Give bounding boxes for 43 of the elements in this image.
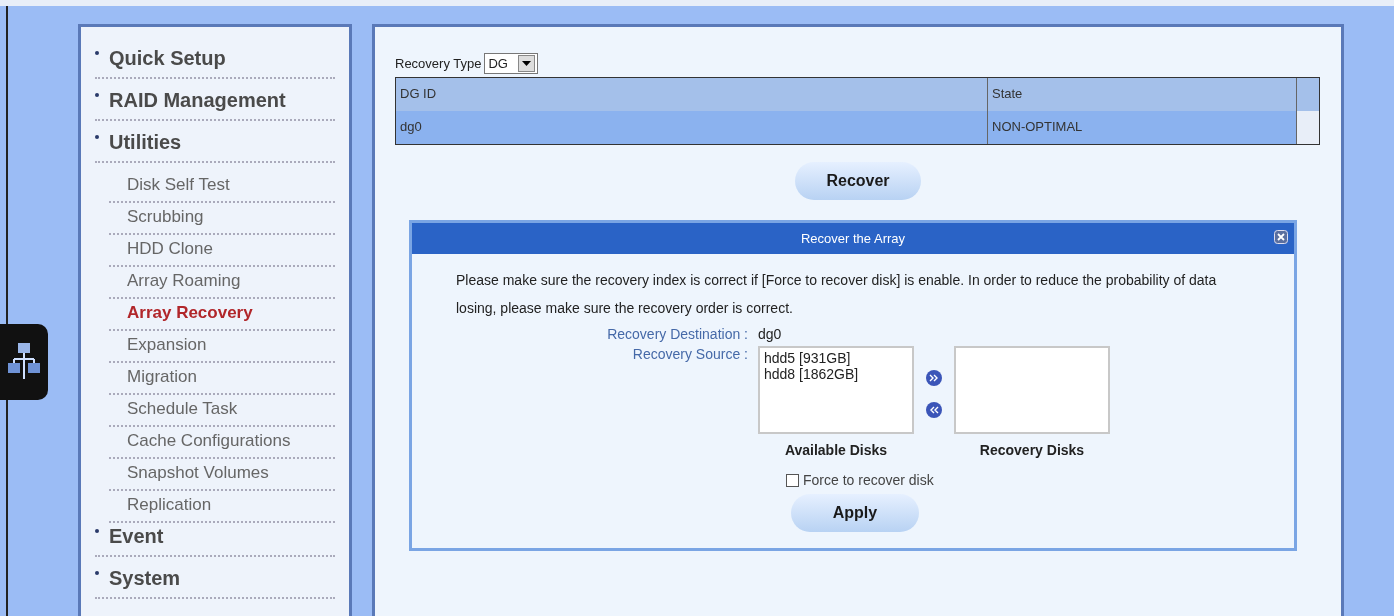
sidebar-subitem[interactable]: Disk Self Test	[109, 171, 335, 203]
sidebar-subitem[interactable]: Migration	[109, 363, 335, 395]
list-caption: Available Disks	[784, 442, 888, 458]
close-icon[interactable]	[1274, 230, 1288, 244]
bullet-icon	[95, 93, 99, 97]
sidebar-subitem[interactable]: Array Recovery	[109, 299, 335, 331]
network-icon[interactable]	[0, 324, 48, 400]
sidebar-subitem[interactable]: Scrubbing	[109, 203, 335, 235]
table-row[interactable]: dg0 NON-OPTIMAL	[396, 111, 1319, 144]
sidebar-subitem[interactable]: Snapshot Volumes	[109, 459, 335, 491]
sidebar-item[interactable]: RAID Management	[95, 79, 335, 121]
destination-value: dg0	[758, 326, 782, 342]
destination-label: Recovery Destination :	[606, 326, 748, 342]
recovery-type-dropdown[interactable]: DG	[484, 53, 538, 74]
recovery-type-label: Recovery Type	[395, 56, 482, 71]
sidebar-subitem[interactable]: Replication	[109, 491, 335, 523]
source-label: Recovery Source :	[631, 346, 748, 364]
sidebar-subitem[interactable]: Cache Configurations	[109, 427, 335, 459]
checkbox-label: Force to recover disk	[803, 472, 934, 488]
checkbox[interactable]	[786, 473, 799, 487]
warning-message: Please make sure the recovery index is correct if [Force to recover disk] is enable. In order to reduce the probability of data losing, please make sure the recovery order is correct.	[456, 271, 1218, 318]
dialog-title: Recover the Array	[800, 231, 905, 246]
sidebar-subitem[interactable]: Array Roaming	[109, 267, 335, 299]
bullet-icon	[95, 51, 99, 55]
bullet-icon	[95, 571, 99, 575]
sidebar-subitem[interactable]: HDD Clone	[109, 235, 335, 267]
move-left-icon[interactable]	[926, 402, 942, 418]
apply-button[interactable]: Apply	[791, 494, 919, 532]
table-cell: dg0	[396, 111, 988, 144]
sidebar-subitem[interactable]: Expansion	[109, 331, 335, 363]
bullet-icon	[95, 135, 99, 139]
sidebar-item[interactable]: Quick Setup	[95, 37, 335, 79]
list-caption: Recovery Disks	[979, 442, 1085, 458]
sidebar-item[interactable]: System	[95, 557, 335, 599]
recover-button[interactable]: Recover	[795, 162, 921, 200]
sidebar-subitem[interactable]: Schedule Task	[109, 395, 335, 427]
move-right-icon[interactable]	[926, 370, 942, 386]
list-item[interactable]: hdd8 [1862GB]	[764, 366, 908, 382]
sidebar-item[interactable]: Utilities	[95, 121, 335, 163]
list-item[interactable]: hdd5 [931GB]	[764, 350, 908, 366]
sidebar-item[interactable]: Event	[95, 515, 335, 557]
available-disks-list[interactable]: hdd5 [931GB] hdd8 [1862GB]	[758, 346, 914, 434]
bullet-icon	[95, 529, 99, 533]
